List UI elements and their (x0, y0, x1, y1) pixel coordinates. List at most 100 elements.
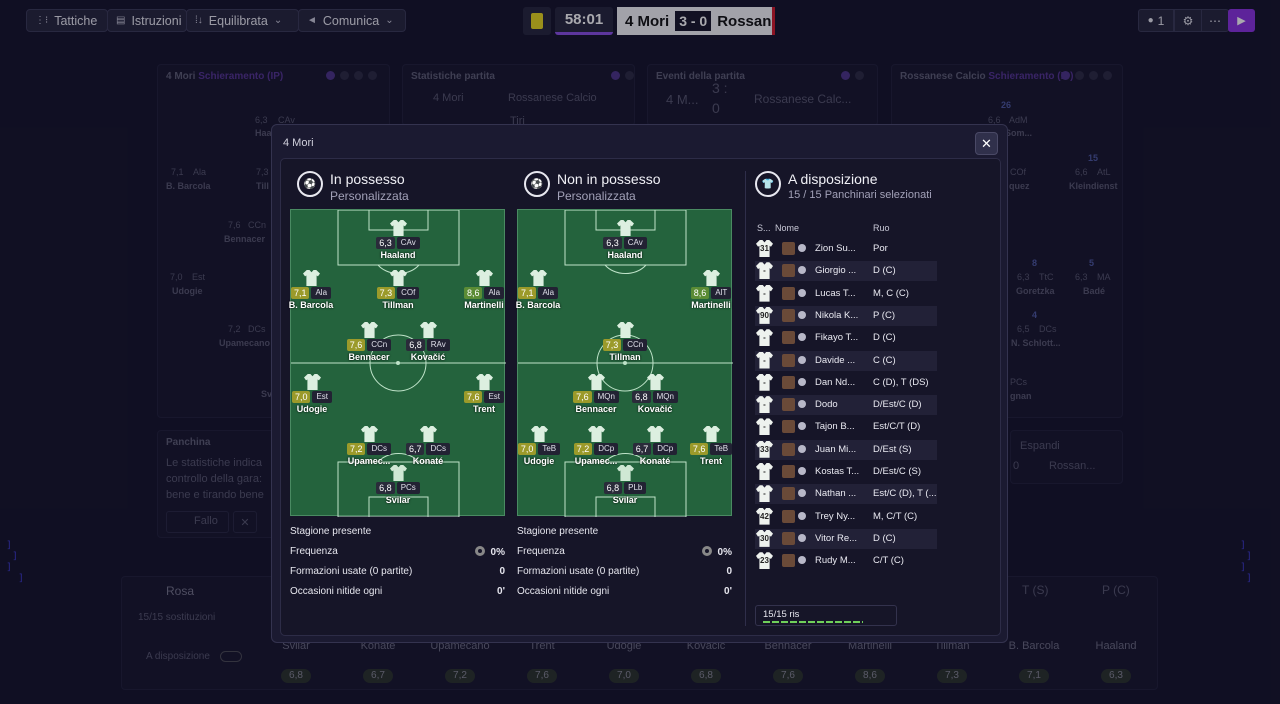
col-role[interactable]: Ruo (873, 223, 890, 233)
player-name: Haaland (607, 250, 643, 260)
modal-title: 4 Mori (283, 137, 314, 149)
shirt-icon: - (756, 262, 773, 280)
shirt-icon (390, 270, 407, 286)
player-rating: 6,8 (406, 339, 425, 351)
player-rating: 6,7 (632, 443, 652, 455)
avatar (782, 509, 795, 523)
in-possession-pitch[interactable]: 6,3 CAv Haaland 7,1 Ala B. Barcola 7,3 COf Tillm… (289, 209, 506, 517)
pitch-player[interactable]: 6,8 MQn Kovačić (618, 374, 692, 416)
chances-value: 0' (724, 586, 732, 597)
player-name: Davide ... (815, 354, 856, 366)
pitch-player[interactable]: 7,3 CCn Tillman (588, 322, 662, 364)
avatar (782, 398, 795, 412)
pitch-player[interactable]: 7,3 COf Tillman (361, 270, 435, 312)
list-item[interactable]: 30 Vitor Re... D (C) (755, 528, 937, 549)
avatar (782, 242, 795, 255)
list-item[interactable]: - Fikayo T... D (C) (755, 328, 937, 348)
avatar (782, 487, 795, 501)
shirt-icon: 31 (756, 240, 773, 257)
list-item[interactable]: - Lucas T... M, C (C) (755, 284, 937, 304)
shirt-icon (476, 270, 493, 286)
avatar (782, 420, 795, 434)
player-role: PLb (624, 482, 647, 494)
pitch-player[interactable]: 7,0 Est Udogie (275, 374, 349, 416)
avatar (782, 375, 795, 389)
frequency-value: 0% (490, 547, 505, 558)
out-possession-pitch[interactable]: 6,3 CAv Haaland 7,1 Ala B. Barcola 8,6 AlT Marti… (516, 209, 733, 517)
season-label: Stagione presente (517, 526, 599, 537)
pitch-player[interactable]: 7,1 Ala B. Barcola (501, 270, 575, 312)
player-name: Nathan ... (815, 488, 857, 500)
col-shirt[interactable]: S... (757, 223, 771, 233)
formations-label: Formazioni usate (0 partite) (290, 566, 413, 577)
player-role: CCn (367, 339, 392, 351)
profile-icon (798, 511, 806, 520)
pitch-player[interactable]: 7,6 TeB Trent (674, 426, 748, 468)
player-name: Kovačić (410, 352, 446, 362)
player-rating: 7,3 (376, 287, 396, 299)
shirt-icon: - (756, 396, 773, 414)
frequency-value: 0% (717, 547, 732, 558)
player-role: Por (873, 243, 888, 254)
list-item[interactable]: - Kostas T... D/Est/C (S) (755, 462, 937, 482)
list-item[interactable]: 42 Trey Ny... M, C/T (C) (755, 507, 937, 527)
formation-modal: 4 Mori ✕ ⚽ In possesso Personalizzata ⚽ … (271, 124, 1008, 643)
player-rating: 7,6 (346, 339, 366, 351)
list-item[interactable]: 23 Rudy M... C/T (C) (755, 551, 937, 571)
frequency-label: Frequenza (290, 546, 338, 557)
player-rating: 7,0 (291, 391, 311, 403)
player-role: MQn (652, 391, 678, 403)
list-item[interactable]: 31 Zion Su... Por (755, 239, 937, 259)
player-name: Tillman (609, 352, 641, 362)
player-role: P (C) (873, 309, 895, 321)
pitch-player[interactable]: 7,6 Est Trent (447, 374, 521, 416)
pitch-player[interactable]: 6,3 CAv Haaland (588, 220, 662, 262)
pitch-player[interactable]: 6,7 DCs Konaté (391, 426, 465, 468)
pitch-player[interactable]: 8,6 AlT Martinelli (674, 270, 748, 312)
player-name: Rudy M... (815, 555, 856, 567)
shirt-icon: 30 (756, 529, 773, 547)
player-name: B. Barcola (515, 300, 561, 310)
pitch-player[interactable]: 7,1 Ala B. Barcola (274, 270, 348, 312)
pitch-player[interactable]: 6,8 PCs Svilar (361, 465, 435, 507)
list-item[interactable]: - Dan Nd... C (D), T (DS) (755, 373, 937, 393)
pitch-player[interactable]: 6,8 RAv Kovačić (391, 322, 465, 364)
shirt-icon: 23 (756, 552, 773, 570)
list-item[interactable]: - Davide ... C (C) (755, 350, 937, 371)
avatar (782, 286, 795, 300)
out-possession-subtitle: Personalizzata (557, 189, 636, 203)
player-role: RAv (426, 339, 450, 351)
list-item[interactable]: - Nathan ... Est/C (D), T (... (755, 484, 937, 505)
col-name[interactable]: Nome (775, 223, 799, 233)
shirt-icon: - (756, 284, 773, 302)
avatar (782, 331, 795, 345)
ring-icon (701, 546, 712, 556)
available-subtitle: 15 / 15 Panchinari selezionati (788, 189, 932, 201)
close-button[interactable]: ✕ (975, 132, 998, 155)
player-rating: 7,1 (517, 287, 537, 299)
player-rating: 7,2 (346, 443, 366, 455)
pitch-player[interactable]: 6,8 PLb Svilar (588, 465, 662, 507)
player-name: Zion Su... (815, 243, 856, 254)
profile-icon (798, 422, 806, 431)
frequency-label: Frequenza (517, 546, 565, 557)
shirt-icon (304, 374, 321, 390)
player-role: Est (484, 391, 505, 403)
player-role: COf (397, 287, 420, 299)
shirt-icon: - (756, 351, 773, 369)
shirt-icon: - (756, 418, 773, 436)
chances-label: Occasioni nitide ogni (290, 586, 383, 597)
pitch-player[interactable]: 6,3 CAv Haaland (361, 220, 435, 262)
player-role: CCn (623, 339, 648, 351)
player-name: Haaland (380, 250, 416, 260)
list-item[interactable]: - Tajon B... Est/C/T (D) (755, 417, 937, 437)
list-item[interactable]: - Dodo D/Est/C (D) (755, 395, 937, 416)
player-role: M, C (C) (873, 287, 909, 299)
player-role: AlT (711, 287, 732, 299)
list-item[interactable]: 33 Juan Mi... D/Est (S) (755, 439, 937, 460)
player-rating: 7,2 (573, 443, 593, 455)
avatar (782, 531, 795, 545)
list-item[interactable]: 90 Nikola K... P (C) (755, 305, 937, 326)
player-rating: 6,8 (376, 482, 395, 494)
list-item[interactable]: - Giorgio ... D (C) (755, 261, 937, 282)
